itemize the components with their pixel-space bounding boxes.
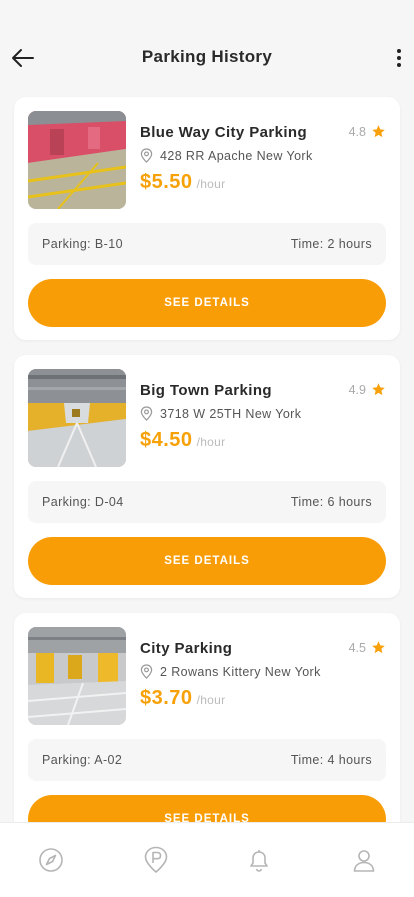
booking-info-bar: Parking: D-04 Time: 6 hours (28, 481, 386, 523)
rating: 4.9 (349, 382, 386, 397)
location-pin-icon (140, 664, 153, 679)
parking-photo (28, 111, 126, 209)
see-details-button[interactable]: SEE DETAILS (28, 279, 386, 327)
booking-info-bar: Parking: A-02 Time: 4 hours (28, 739, 386, 781)
app-header: Parking History (0, 0, 414, 96)
parking-history-card: City Parking 4.5 2 Rowans Kittery New Yo… (14, 613, 400, 856)
price-unit: /hour (196, 693, 226, 707)
parking-photo (28, 369, 126, 467)
parking-history-card: Big Town Parking 4.9 3718 W 25TH New Yor… (14, 355, 400, 598)
parking-duration: Time: 6 hours (290, 495, 372, 509)
star-icon (372, 383, 385, 396)
booking-info-bar: Parking: B-10 Time: 2 hours (28, 223, 386, 265)
compass-icon[interactable] (36, 845, 66, 875)
rating-value: 4.5 (348, 640, 366, 655)
rating: 4.8 (349, 124, 386, 139)
rating-value: 4.9 (348, 382, 366, 397)
address-text: 428 RR Apache New York (160, 148, 313, 163)
see-details-button[interactable]: SEE DETAILS (28, 537, 386, 585)
price: $5.50 /hour (140, 171, 225, 194)
user-icon[interactable] (349, 845, 379, 875)
parking-slot: Parking: A-02 (42, 753, 123, 767)
page-title: Parking History (141, 47, 273, 66)
address-text: 2 Rowans Kittery New York (160, 664, 321, 679)
price-amount: $3.70 (140, 687, 193, 709)
rating-value: 4.8 (348, 124, 366, 139)
address: 2 Rowans Kittery New York (140, 664, 321, 679)
parking-duration: Time: 4 hours (290, 753, 372, 767)
parking-photo (28, 627, 126, 725)
price: $4.50 /hour (140, 429, 225, 452)
parking-icon[interactable] (141, 845, 171, 875)
more-options-icon[interactable] (392, 46, 406, 70)
rating: 4.5 (349, 640, 386, 655)
location-pin-icon (140, 406, 153, 421)
parking-slot: Parking: B-10 (42, 237, 123, 251)
price-amount: $4.50 (140, 429, 193, 451)
parking-name: Blue Way City Parking (140, 124, 308, 141)
price-unit: /hour (196, 177, 226, 191)
star-icon (372, 641, 385, 654)
address: 3718 W 25TH New York (140, 406, 301, 421)
location-pin-icon (140, 148, 153, 163)
address: 428 RR Apache New York (140, 148, 313, 163)
parking-name: City Parking (140, 640, 233, 657)
bottom-tab-bar (0, 822, 414, 897)
parking-duration: Time: 2 hours (290, 237, 372, 251)
price-amount: $5.50 (140, 171, 193, 193)
parking-slot: Parking: D-04 (42, 495, 124, 509)
parking-name: Big Town Parking (140, 382, 272, 399)
bell-icon[interactable] (244, 845, 274, 875)
price: $3.70 /hour (140, 687, 225, 710)
parking-history-card: Blue Way City Parking 4.8 428 RR Apache … (14, 97, 400, 340)
address-text: 3718 W 25TH New York (160, 406, 302, 421)
star-icon (372, 125, 385, 138)
price-unit: /hour (196, 435, 226, 449)
